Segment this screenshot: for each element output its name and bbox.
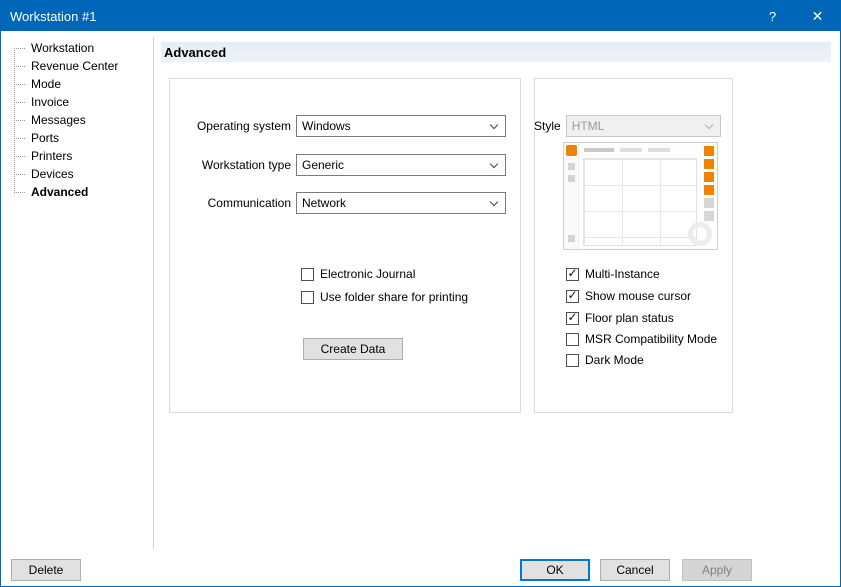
chevron-down-icon (705, 122, 713, 130)
style-preview-image (563, 142, 718, 250)
chevron-down-icon (490, 161, 498, 169)
preview-watermark (688, 222, 712, 246)
delete-button[interactable]: Delete (11, 559, 81, 581)
chevron-down-icon (490, 122, 498, 130)
sidebar-item-workstation[interactable]: Workstation (9, 39, 149, 57)
sidebar-tree: Workstation Revenue Center Mode Invoice … (9, 39, 149, 201)
preview-button (704, 146, 714, 156)
checkbox-box: ✓ (566, 290, 579, 303)
sidebar-item-devices[interactable]: Devices (9, 165, 149, 183)
preview-button (704, 172, 714, 182)
chevron-down-icon (490, 199, 498, 207)
preview-button (704, 211, 714, 221)
preview-logo (566, 145, 577, 156)
checkbox-box: ✓ (301, 268, 314, 281)
preview-button (704, 159, 714, 169)
checkmark-icon: ✓ (567, 312, 577, 323)
sidebar-item-messages[interactable]: Messages (9, 111, 149, 129)
ok-button[interactable]: OK (520, 559, 590, 581)
preview-sidebar (564, 143, 579, 249)
preview-button-column (703, 146, 716, 224)
sidebar-item-mode[interactable]: Mode (9, 75, 149, 93)
sidebar-item-printers[interactable]: Printers (9, 147, 149, 165)
create-data-button[interactable]: Create Data (303, 338, 403, 360)
help-icon[interactable]: ? (750, 1, 795, 31)
preview-icon (568, 175, 575, 182)
checkbox-box: ✓ (566, 354, 579, 367)
preview-icon (568, 163, 575, 170)
show-mouse-cursor-checkbox[interactable]: ✓ Show mouse cursor (566, 288, 691, 304)
communication-label: Communication (169, 196, 296, 210)
sidebar-separator (153, 37, 154, 549)
preview-text-bar (648, 148, 670, 152)
cancel-button[interactable]: Cancel (600, 559, 670, 581)
apply-button: Apply (682, 559, 752, 581)
checkmark-icon: ✓ (567, 290, 577, 301)
sidebar-item-invoice[interactable]: Invoice (9, 93, 149, 111)
sidebar-item-advanced[interactable]: Advanced (9, 183, 149, 201)
preview-grid (583, 158, 697, 246)
title-bar[interactable]: Workstation #1 ? ✕ (1, 1, 840, 31)
close-icon[interactable]: ✕ (795, 1, 840, 31)
workstation-type-label: Workstation type (169, 158, 296, 172)
style-select: HTML (566, 115, 721, 137)
preview-text-bar (584, 148, 614, 152)
communication-select[interactable]: Network (296, 192, 506, 214)
style-label: Style (534, 119, 566, 133)
window-title: Workstation #1 (1, 9, 750, 24)
sidebar-item-ports[interactable]: Ports (9, 129, 149, 147)
operating-system-select[interactable]: Windows (296, 115, 506, 137)
folder-share-printing-checkbox[interactable]: ✓ Use folder share for printing (301, 289, 468, 305)
checkmark-icon: ✓ (567, 268, 577, 279)
checkbox-box: ✓ (566, 268, 579, 281)
operating-system-label: Operating system (169, 119, 296, 133)
workstation-dialog: Workstation #1 ? ✕ Workstation Revenue C… (0, 0, 841, 587)
sidebar-item-revenue-center[interactable]: Revenue Center (9, 57, 149, 75)
preview-text-bar (620, 148, 642, 152)
msr-compatibility-checkbox[interactable]: ✓ MSR Compatibility Mode (566, 331, 717, 347)
preview-icon (568, 235, 575, 242)
checkbox-box: ✓ (566, 333, 579, 346)
floor-plan-status-checkbox[interactable]: ✓ Floor plan status (566, 310, 674, 326)
page-header: Advanced (161, 42, 831, 62)
page-title: Advanced (161, 45, 226, 60)
preview-button (704, 185, 714, 195)
multi-instance-checkbox[interactable]: ✓ Multi-Instance (566, 266, 660, 282)
dark-mode-checkbox[interactable]: ✓ Dark Mode (566, 352, 644, 368)
checkbox-box: ✓ (566, 312, 579, 325)
preview-button (704, 198, 714, 208)
electronic-journal-checkbox[interactable]: ✓ Electronic Journal (301, 266, 415, 282)
workstation-type-select[interactable]: Generic (296, 154, 506, 176)
checkbox-box: ✓ (301, 291, 314, 304)
